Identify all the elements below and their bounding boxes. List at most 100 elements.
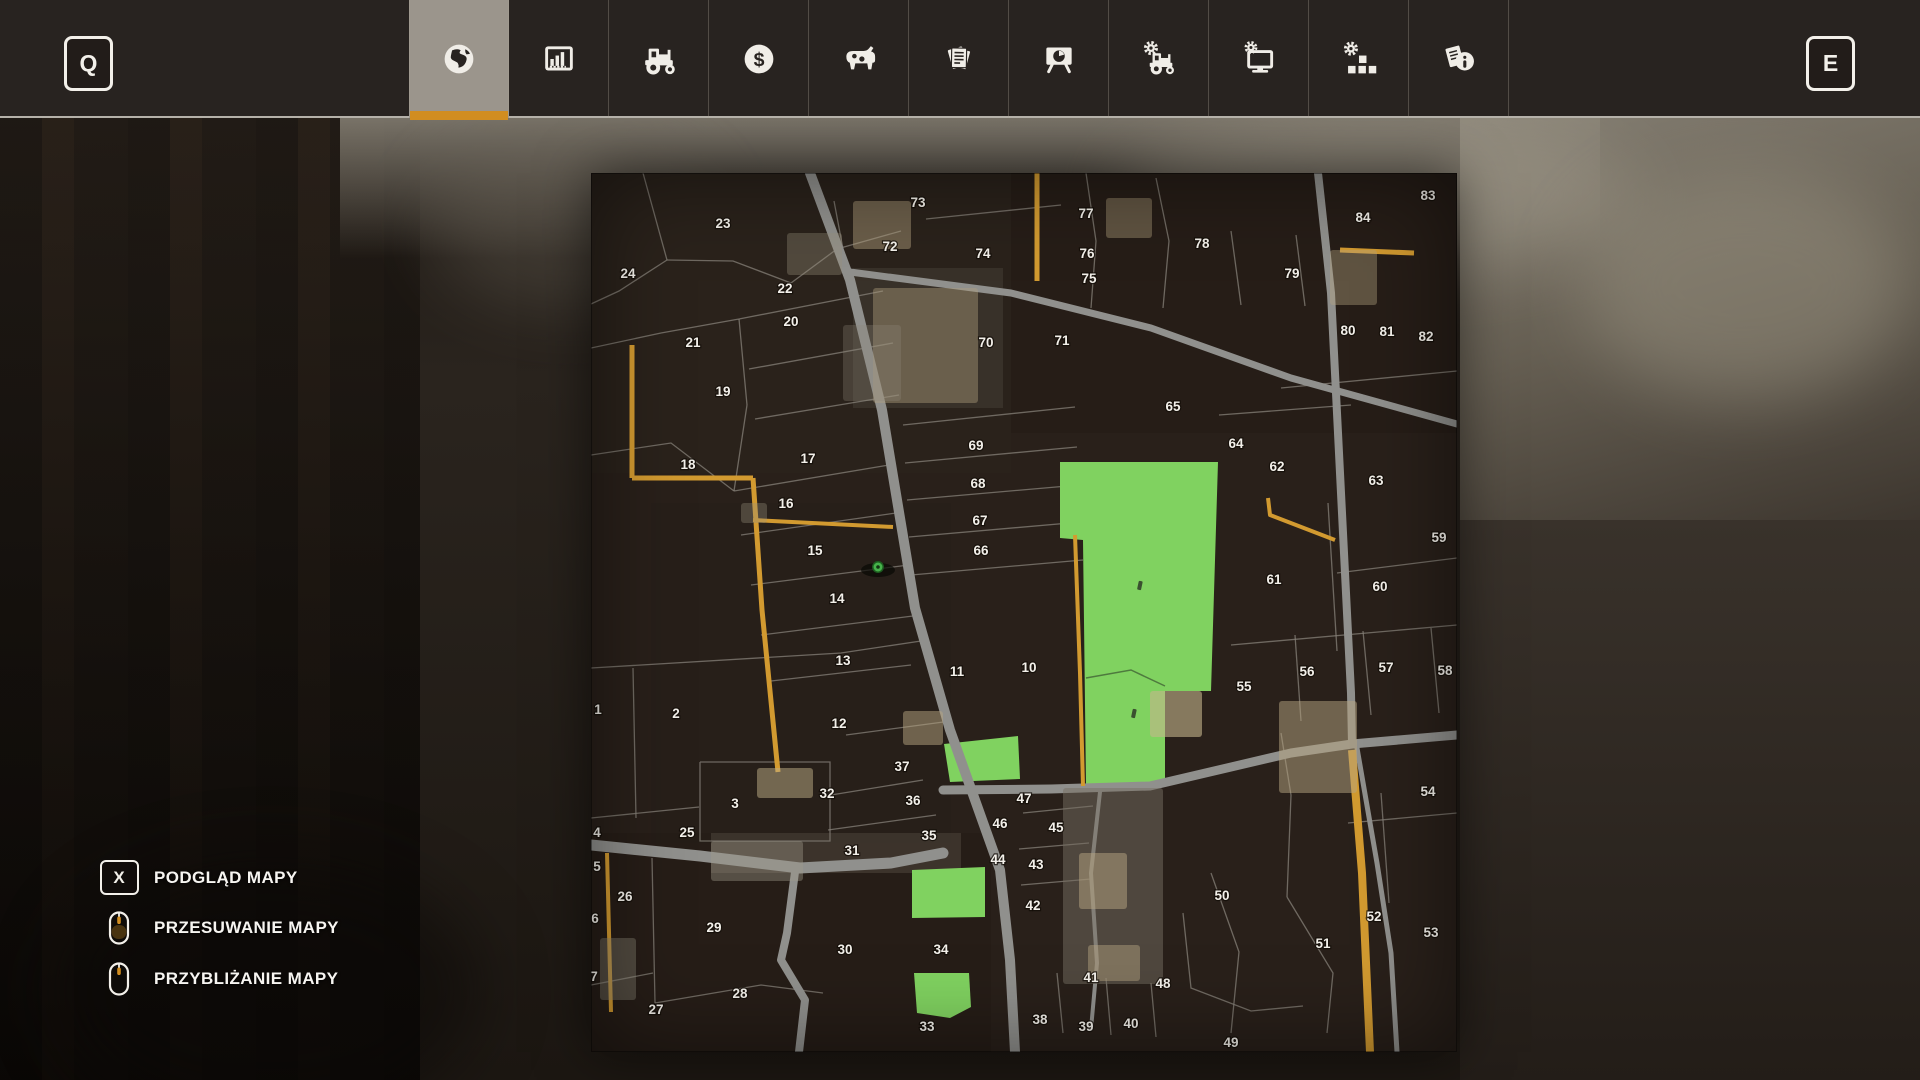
field-number-27: 27 — [648, 1002, 663, 1017]
field-number-76: 76 — [1079, 246, 1095, 261]
next-menu-hotkey[interactable]: E — [1806, 36, 1855, 91]
map-view[interactable]: 1234567101112131415161718192021222324252… — [591, 173, 1457, 1052]
field-number-82: 82 — [1418, 329, 1433, 344]
animals-icon — [836, 36, 882, 82]
field-number-80: 80 — [1340, 323, 1355, 338]
field-number-32: 32 — [819, 786, 834, 801]
field-number-73: 73 — [910, 195, 926, 210]
tab-contracts[interactable] — [909, 0, 1009, 118]
field-number-78: 78 — [1194, 236, 1210, 251]
field-number-16: 16 — [778, 496, 794, 511]
field-number-40: 40 — [1123, 1016, 1138, 1031]
prev-menu-hotkey[interactable]: Q — [64, 36, 113, 91]
field-number-81: 81 — [1379, 324, 1395, 339]
x-keycap: X — [100, 860, 139, 895]
tab-maintenance[interactable] — [1109, 0, 1209, 118]
field-number-30: 30 — [837, 942, 852, 957]
field-number-54: 54 — [1420, 784, 1436, 799]
keycap-icon: X — [96, 860, 142, 895]
field-number-64: 64 — [1228, 436, 1244, 451]
field-number-62: 62 — [1269, 459, 1284, 474]
field-number-35: 35 — [921, 828, 937, 843]
field-number-4: 4 — [593, 825, 601, 840]
tab-finances[interactable] — [509, 0, 609, 118]
field-number-51: 51 — [1315, 936, 1331, 951]
field-number-34: 34 — [933, 942, 949, 957]
field-number-31: 31 — [844, 843, 860, 858]
tab-animals[interactable] — [809, 0, 909, 118]
tab-settings[interactable] — [1209, 0, 1309, 118]
field-number-84: 84 — [1355, 210, 1371, 225]
field-number-26: 26 — [617, 889, 633, 904]
tab-mods[interactable] — [1309, 0, 1409, 118]
field-number-79: 79 — [1284, 266, 1299, 281]
field-number-47: 47 — [1016, 791, 1031, 806]
field-number-77: 77 — [1078, 206, 1093, 221]
top-menu-bar: Q $ — [0, 0, 1920, 118]
field-number-39: 39 — [1078, 1019, 1093, 1034]
field-number-72: 72 — [882, 239, 897, 254]
field-number-19: 19 — [715, 384, 730, 399]
field-number-68: 68 — [970, 476, 986, 491]
legend-row: X PODGLĄD MAPY — [96, 860, 339, 895]
background-right-bottom — [1460, 520, 1920, 1080]
legend-label: PRZYBLIŻANIE MAPY — [154, 969, 338, 989]
tab-vehicles[interactable] — [609, 0, 709, 118]
field-number-42: 42 — [1025, 898, 1040, 913]
field-number-12: 12 — [831, 716, 846, 731]
field-number-10: 10 — [1021, 660, 1036, 675]
legend: X PODGLĄD MAPY PRZESUWANIE MAPY PRZYBLIŻA… — [96, 860, 339, 997]
mods-icon — [1336, 36, 1382, 82]
farm-map[interactable]: 1234567101112131415161718192021222324252… — [591, 173, 1457, 1052]
field-number-57: 57 — [1378, 660, 1393, 675]
globe-icon — [436, 36, 482, 82]
field-number-38: 38 — [1032, 1012, 1048, 1027]
field-number-24: 24 — [620, 266, 636, 281]
field-number-60: 60 — [1372, 579, 1387, 594]
field-number-29: 29 — [706, 920, 721, 935]
legend-label: PRZESUWANIE MAPY — [154, 918, 339, 938]
field-number-59: 59 — [1431, 530, 1446, 545]
field-number-25: 25 — [679, 825, 695, 840]
mouse-wheel-icon — [96, 961, 142, 997]
contracts-icon — [936, 36, 982, 82]
field-number-1: 1 — [594, 702, 602, 717]
mouse-move-icon — [96, 910, 142, 946]
tab-strip: $ — [409, 0, 1509, 118]
tab-production[interactable] — [1009, 0, 1109, 118]
production-icon — [1036, 36, 1082, 82]
field-number-2: 2 — [672, 706, 680, 721]
field-number-11: 11 — [950, 664, 965, 679]
field-number-74: 74 — [975, 246, 991, 261]
field-number-22: 22 — [777, 281, 792, 296]
money-icon: $ — [736, 36, 782, 82]
field-number-3: 3 — [731, 796, 739, 811]
legend-row: PRZESUWANIE MAPY — [96, 910, 339, 946]
field-number-66: 66 — [973, 543, 989, 558]
field-number-71: 71 — [1054, 333, 1070, 348]
field-number-50: 50 — [1214, 888, 1229, 903]
help-icon — [1436, 36, 1482, 82]
field-number-53: 53 — [1423, 925, 1439, 940]
field-number-23: 23 — [715, 216, 731, 231]
legend-label: PODGLĄD MAPY — [154, 868, 298, 888]
field-number-36: 36 — [905, 793, 921, 808]
tab-map[interactable] — [409, 0, 509, 118]
field-number-28: 28 — [732, 986, 748, 1001]
settings-icon — [1236, 36, 1282, 82]
field-number-45: 45 — [1048, 820, 1064, 835]
field-number-67: 67 — [972, 513, 987, 528]
legend-row: PRZYBLIŻANIE MAPY — [96, 961, 339, 997]
tab-help[interactable] — [1409, 0, 1509, 118]
field-number-17: 17 — [800, 451, 815, 466]
svg-text:$: $ — [753, 49, 764, 71]
field-number-46: 46 — [992, 816, 1008, 831]
field-number-44: 44 — [990, 852, 1006, 867]
field-number-52: 52 — [1366, 909, 1381, 924]
field-number-15: 15 — [807, 543, 823, 558]
field-number-18: 18 — [680, 457, 696, 472]
field-number-20: 20 — [783, 314, 798, 329]
field-number-13: 13 — [835, 653, 851, 668]
tab-money[interactable]: $ — [709, 0, 809, 118]
field-number-75: 75 — [1081, 271, 1097, 286]
